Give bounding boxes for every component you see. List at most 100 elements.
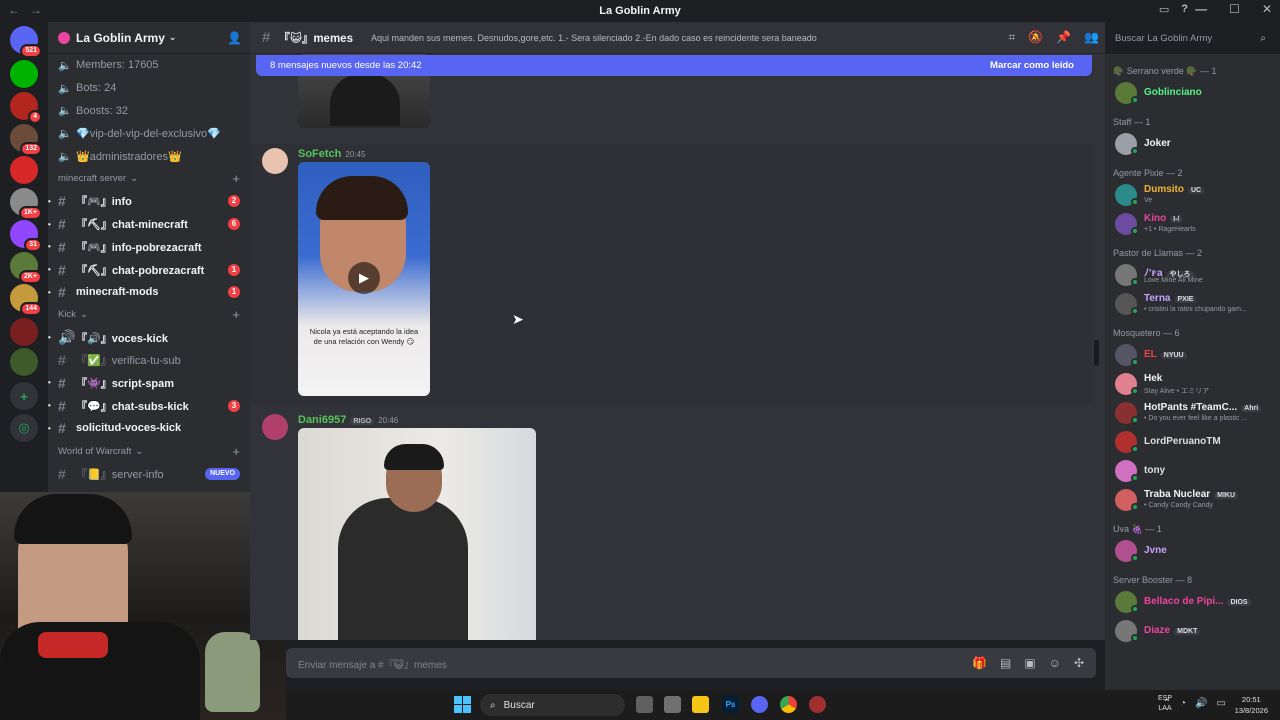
member-item[interactable]: EL NYUU	[1105, 342, 1275, 368]
minimize-button[interactable]: —	[1195, 2, 1207, 16]
member-item[interactable]: LordPeruanoTM	[1105, 429, 1275, 455]
member-item[interactable]: Diaze MDKT	[1105, 618, 1275, 644]
app-icon[interactable]	[664, 696, 681, 713]
channel-item[interactable]: • # 『👾』script-spam	[48, 372, 250, 395]
server-badge: 144	[20, 302, 42, 316]
channel-item[interactable]: • # 『🎮』info 2	[48, 190, 250, 213]
member-item[interactable]: Bellaco de Pipi... DIOS	[1105, 589, 1275, 615]
member-item[interactable]: Dumsito UC Ve	[1105, 182, 1275, 208]
channel-item[interactable]: • # 『💬』chat-subs-kick 3	[48, 394, 250, 417]
app-icon[interactable]	[809, 696, 826, 713]
message-author[interactable]: SoFetch 20:45	[298, 148, 365, 160]
avatar[interactable]	[262, 414, 288, 440]
volume-icon[interactable]: 🔊	[1195, 698, 1207, 709]
file-explorer-icon[interactable]	[692, 696, 709, 713]
gift-icon[interactable]: 🎁	[972, 656, 987, 670]
language-indicator[interactable]: ESP LAA	[1158, 694, 1172, 714]
author-name[interactable]: SoFetch	[298, 148, 341, 160]
search-input[interactable]: Buscar La Goblin Army ⌕	[1110, 27, 1272, 49]
server-icon[interactable]: 132	[10, 124, 42, 156]
server-stat-channel[interactable]: 🔈 Members: 17605	[48, 54, 250, 77]
channel-item[interactable]: • # 『⛏』chat-pobrezacraft 1	[48, 258, 250, 281]
member-item[interactable]: Goblinciano	[1105, 80, 1275, 106]
clock[interactable]: 20:51 13/8/2026	[1235, 694, 1268, 716]
gif-icon[interactable]: ▤	[1000, 656, 1011, 670]
sticker-icon[interactable]: ▣	[1024, 656, 1035, 670]
message-input[interactable]: Enviar mensaje a #『😺』memes 🎁 ▤ ▣ ☺ ✣	[286, 648, 1096, 678]
server-header[interactable]: La Goblin Army ⌄ 👤	[48, 22, 250, 54]
photoshop-icon[interactable]: Ps	[722, 696, 739, 713]
explore-icon[interactable]: ◎	[10, 414, 38, 442]
server-icon[interactable]: 4	[10, 92, 42, 124]
avatar[interactable]	[262, 148, 288, 174]
unread-indicator: •	[48, 242, 51, 252]
server-icon[interactable]	[10, 348, 38, 376]
windows-start-icon[interactable]	[454, 696, 471, 713]
mark-as-read-button[interactable]: Marcar como leído	[990, 60, 1074, 71]
task-view-icon[interactable]	[636, 696, 653, 713]
channel-item[interactable]: • 🔊 『🔊』voces-kick	[48, 326, 250, 349]
help-icon[interactable]: ?	[1181, 3, 1188, 16]
channel-category[interactable]: World of Warcraft ⌄ +	[48, 440, 250, 463]
scrollbar[interactable]	[1094, 340, 1099, 366]
emoji-icon[interactable]: ☺	[1049, 656, 1061, 670]
server-icon[interactable]: 521	[10, 26, 42, 58]
new-messages-bar[interactable]: 8 mensajes nuevos desde las 20:42 Marcar…	[256, 55, 1092, 76]
channel-item[interactable]: • # 『🎮』info-pobrezacraft	[48, 236, 250, 259]
apps-icon[interactable]: ✣	[1074, 656, 1084, 670]
discord-icon[interactable]	[751, 696, 768, 713]
add-member-icon[interactable]: 👤	[227, 31, 242, 45]
taskbar-search[interactable]: ⌕ Buscar	[480, 694, 625, 716]
author-name[interactable]: Dani6957	[298, 414, 346, 426]
channel-item[interactable]: • # solicitud-voces-kick	[48, 417, 250, 440]
pinned-icon[interactable]: 📌	[1056, 30, 1071, 45]
image-attachment[interactable]	[298, 428, 536, 640]
message-author[interactable]: Dani6957 RIGO 20:46	[298, 414, 398, 426]
member-item[interactable]: Traba Nuclear MIKU • Candy Candy Candy	[1105, 487, 1275, 513]
channel-topic[interactable]: Aqui manden sus memes. Desnudos,gore,etc…	[371, 33, 817, 43]
server-stat-channel[interactable]: 🔈 Bots: 24	[48, 77, 250, 100]
add-channel-icon[interactable]: +	[232, 171, 240, 186]
server-icon[interactable]	[10, 318, 38, 346]
channel-item[interactable]: • # 『⛏』chat-minecraft 6	[48, 213, 250, 236]
channel-item[interactable]: • # minecraft-mods 1	[48, 281, 250, 304]
channel-category[interactable]: Kick ⌄ +	[48, 304, 250, 327]
battery-icon[interactable]: ▭	[1217, 698, 1226, 709]
server-icon[interactable]: 2K+	[10, 252, 42, 284]
add-channel-icon[interactable]: +	[232, 444, 240, 459]
wifi-icon[interactable]: ◔	[1180, 698, 1186, 709]
server-icon[interactable]	[10, 60, 38, 88]
server-stat-channel[interactable]: 🔈 💎vip-del-vip-del-exclusivo💎	[48, 122, 250, 145]
add-channel-icon[interactable]: +	[232, 307, 240, 322]
server-icon[interactable]: 31	[10, 220, 42, 252]
play-icon[interactable]: ▶	[348, 262, 380, 294]
member-item[interactable]: ﾉ'ꜰa やしろ Love Mine All Mine	[1105, 262, 1275, 288]
member-item[interactable]: Joker	[1105, 131, 1275, 157]
close-button[interactable]: ✕	[1262, 2, 1272, 16]
video-attachment[interactable]: ▶ Nicola ya está aceptando la idea de un…	[298, 162, 430, 396]
server-stat-channel[interactable]: 🔈 👑administradores👑	[48, 145, 250, 168]
search-icon: ⌕	[490, 699, 496, 711]
server-icon[interactable]: 1K+	[10, 188, 42, 220]
server-stat-channel[interactable]: 🔈 Boosts: 32	[48, 99, 250, 122]
add-server-icon[interactable]: +	[10, 382, 38, 410]
member-item[interactable]: tony	[1105, 458, 1275, 484]
maximize-button[interactable]: ☐	[1229, 2, 1240, 16]
notifications-icon[interactable]: 🔕	[1028, 30, 1043, 45]
chrome-icon[interactable]	[780, 696, 797, 713]
inbox-icon[interactable]: ▭	[1159, 3, 1169, 16]
channel-item[interactable]: # 『✅』verifica-tu-sub	[48, 349, 250, 372]
back-forward-icons[interactable]: ←→	[8, 3, 52, 17]
member-item[interactable]: Jvne	[1105, 538, 1275, 564]
threads-icon[interactable]: ⌗	[1008, 30, 1015, 45]
member-item[interactable]: Terna PXIE • cristini la ratini chupando g…	[1105, 291, 1275, 317]
member-list-icon[interactable]: 👥	[1084, 30, 1099, 45]
member-item[interactable]: Kino I-/ +1 • RageHearts	[1105, 211, 1275, 237]
server-icon[interactable]	[10, 156, 38, 184]
channel-category[interactable]: minecraft server ⌄ +	[48, 167, 250, 190]
member-item[interactable]: Hek Stay Alive • エミリア	[1105, 371, 1275, 397]
server-icon[interactable]: 144	[10, 284, 42, 316]
channel-item[interactable]: # 『📒』server-info NUEVO	[48, 462, 250, 485]
member-item[interactable]: HotPants #TeamC... Ahri • Do you ever feel…	[1105, 400, 1275, 426]
member-name: Traba Nuclear MIKU	[1144, 489, 1239, 500]
